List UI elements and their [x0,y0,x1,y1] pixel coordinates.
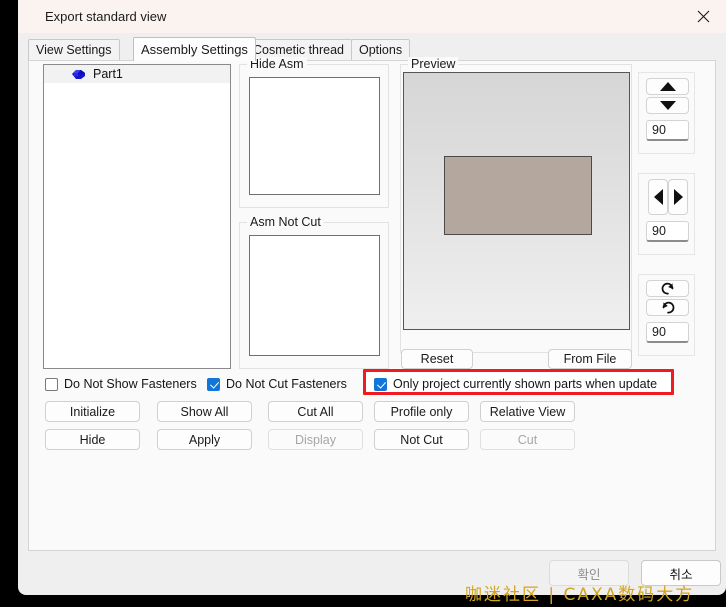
hide-asm-group: Hide Asm [239,57,389,208]
rotate-cw-glyph [662,301,674,313]
horizontal-spinner-group: 90 [638,173,695,255]
checkbox-indicator [45,377,58,391]
asm-not-cut-listbox[interactable] [249,235,380,356]
tree-item-label: Part1 [93,67,123,81]
close-icon[interactable] [680,0,726,33]
rotate-clockwise-icon[interactable] [646,299,689,316]
profile-only-button[interactable]: Profile only [374,401,469,422]
reset-button[interactable]: Reset [401,349,473,369]
asm-not-cut-label: Asm Not Cut [247,215,324,229]
preview-group: Preview [400,57,632,353]
triangle-right-glyph [673,189,683,205]
preview-label: Preview [408,57,459,71]
checkbox-label: Only project currently shown parts when … [393,377,658,391]
tab-view-settings[interactable]: View Settings [28,39,120,61]
title-bar: Export standard view [18,0,726,33]
not-cut-button[interactable]: Not Cut [374,429,469,450]
preview-part-shape [444,156,592,235]
do-not-cut-fasteners-checkbox[interactable]: Do Not Cut Fasteners [207,377,347,391]
part-tree[interactable]: Part1 [43,64,231,369]
show-all-button[interactable]: Show All [157,401,252,422]
part-icon [72,70,85,79]
vertical-spinner-group: 90 [638,72,695,154]
tab-strip: View Settings Assembly Settings Cosmetic… [28,37,718,61]
asm-not-cut-group: Asm Not Cut [239,215,389,369]
initialize-button[interactable]: Initialize [45,401,140,422]
triangle-down-icon[interactable] [646,97,689,114]
relative-view-button[interactable]: Relative View [480,401,575,422]
close-glyph [697,10,709,23]
triangle-up-glyph [659,82,676,91]
display-button: Display [268,429,363,450]
triangle-right-icon[interactable] [668,179,688,215]
window-title: Export standard view [45,9,167,24]
only-project-shown-parts-checkbox[interactable]: Only project currently shown parts when … [374,377,657,391]
do-not-show-fasteners-checkbox[interactable]: Do Not Show Fasteners [45,377,197,391]
checkbox-label: Do Not Cut Fasteners [226,377,347,391]
tab-options[interactable]: Options [351,39,411,61]
horizontal-angle-input[interactable]: 90 [646,221,689,242]
preview-canvas[interactable] [403,72,630,330]
cut-all-button[interactable]: Cut All [268,401,363,422]
rotate-ccw-glyph [661,282,673,294]
triangle-up-icon[interactable] [646,78,689,95]
apply-button[interactable]: Apply [157,429,252,450]
checkbox-indicator [207,377,220,391]
triangle-left-icon[interactable] [648,179,668,215]
from-file-button[interactable]: From File [548,349,632,369]
cancel-button[interactable]: 취소 [641,560,721,586]
cut-button: Cut [480,429,575,450]
hide-asm-listbox[interactable] [249,77,380,195]
tree-item-part1[interactable]: Part1 [44,65,230,83]
checkbox-label: Do Not Show Fasteners [64,377,197,391]
assembly-settings-panel: Part1 Hide Asm Asm Not Cut Preview 90 90… [28,57,716,551]
checkbox-indicator [374,377,387,391]
rotation-angle-input[interactable]: 90 [646,322,689,343]
tab-assembly-settings[interactable]: Assembly Settings [133,37,256,61]
hide-button[interactable]: Hide [45,429,140,450]
rotate-counterclockwise-icon[interactable] [646,280,689,297]
vertical-angle-input[interactable]: 90 [646,120,689,141]
triangle-left-glyph [653,189,663,205]
export-standard-view-dialog: Export standard view View Settings Assem… [18,0,726,595]
triangle-down-glyph [659,101,676,110]
ok-button[interactable]: 확인 [549,560,629,586]
rotation-spinner-group: 90 [638,274,695,356]
